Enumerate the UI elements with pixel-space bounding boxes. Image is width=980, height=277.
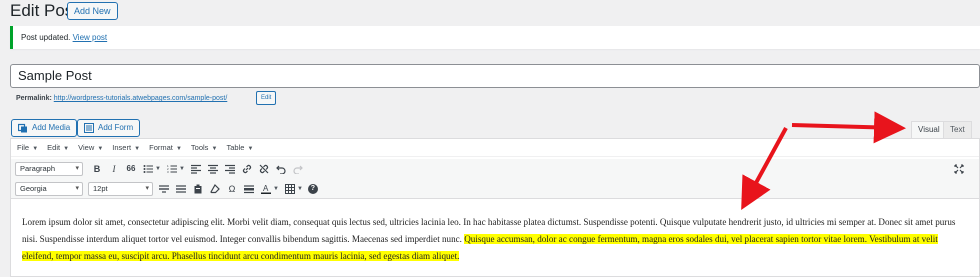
add-form-button[interactable]: Add Form [77, 119, 141, 137]
menu-table[interactable]: Table ▼ [226, 139, 253, 156]
blockquote-button[interactable]: 66 [125, 162, 137, 176]
form-icon [84, 123, 94, 133]
format-select[interactable]: Paragraph [15, 162, 83, 176]
paste-text-icon[interactable] [192, 182, 204, 196]
indent-icon[interactable] [243, 182, 255, 196]
permalink-label: Permalink: [16, 95, 52, 102]
insert-link-icon[interactable] [241, 162, 253, 176]
bullet-list-icon[interactable] [142, 162, 154, 176]
view-post-link[interactable]: View post [73, 33, 108, 42]
bold-button[interactable]: B [91, 162, 103, 176]
bullet-list-dropdown-icon[interactable]: ▼ [155, 166, 161, 172]
tab-visual[interactable]: Visual [911, 121, 947, 139]
align-left-icon[interactable] [190, 162, 202, 176]
strikethrough-icon[interactable] [158, 182, 170, 196]
table-dropdown-icon[interactable]: ▼ [297, 186, 303, 192]
permalink-url[interactable]: http://wordpress-tutorials.atwebpages.co… [54, 95, 228, 102]
permalink-edit-button[interactable]: Edit [256, 91, 277, 105]
fullscreen-icon[interactable] [953, 162, 965, 176]
menu-format[interactable]: Format ▼ [149, 139, 182, 156]
numbered-list-icon[interactable]: 123 [166, 162, 178, 176]
add-new-button[interactable]: Add New [67, 2, 118, 20]
align-right-icon[interactable] [224, 162, 236, 176]
svg-text:3: 3 [167, 170, 169, 174]
horizontal-line-icon[interactable] [175, 182, 187, 196]
font-size-select[interactable]: 12pt [88, 181, 153, 196]
editor-content[interactable]: Lorem ipsum dolor sit amet, consectetur … [22, 214, 966, 265]
menu-edit[interactable]: Edit ▼ [47, 139, 69, 156]
editor-toolbar-1: Paragraph B I 66 ▼ 123 ▼ [11, 159, 979, 179]
table-icon[interactable] [284, 182, 296, 196]
editor-menubar: File ▼ Edit ▼ View ▼ Insert ▼ Format ▼ T… [11, 139, 979, 157]
unlink-icon[interactable] [258, 162, 270, 176]
menu-view[interactable]: View ▼ [78, 139, 103, 156]
add-media-label: Add Media [32, 123, 71, 132]
notice-text: Post updated. [21, 33, 71, 42]
italic-button[interactable]: I [108, 162, 120, 176]
special-character-button[interactable]: Ω [226, 182, 238, 196]
menu-insert[interactable]: Insert ▼ [112, 139, 140, 156]
menu-file[interactable]: File ▼ [17, 139, 38, 156]
media-icon [18, 123, 27, 133]
menu-tools[interactable]: Tools ▼ [191, 139, 218, 156]
numbered-list-dropdown-icon[interactable]: ▼ [179, 166, 185, 172]
redo-icon[interactable] [292, 162, 304, 176]
clear-formatting-icon[interactable] [209, 182, 221, 196]
permalink-row: Permalink: http://wordpress-tutorials.at… [16, 93, 227, 105]
tab-text[interactable]: Text [943, 121, 972, 139]
text-color-dropdown-icon[interactable]: ▼ [273, 186, 279, 192]
post-title-input[interactable]: Sample Post [10, 64, 980, 88]
add-form-label: Add Form [98, 123, 134, 132]
font-family-select[interactable]: Georgia [15, 181, 83, 196]
align-center-icon[interactable] [207, 162, 219, 176]
svg-text:A: A [263, 184, 269, 193]
text-color-icon[interactable]: A [260, 182, 272, 196]
arrow-to-visual-tab [791, 111, 906, 144]
post-updated-notice: Post updated. View post [10, 26, 980, 49]
add-media-button[interactable]: Add Media [11, 119, 78, 137]
undo-icon[interactable] [275, 162, 287, 176]
help-button[interactable]: ? [307, 183, 318, 194]
editor-toolbar-2: Georgia 12pt Ω A ▼ ▼ ? [11, 179, 979, 199]
